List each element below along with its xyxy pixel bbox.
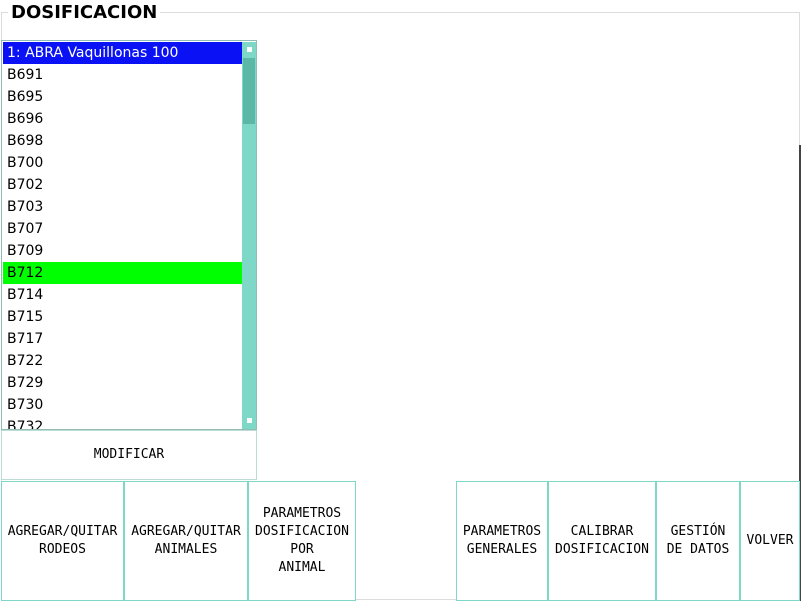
list-item[interactable]: B717: [3, 328, 242, 350]
scroll-down-arrow[interactable]: [243, 414, 255, 428]
listbox-items: 1: ABRA Vaquillonas 100 B691 B695 B696 B…: [3, 42, 242, 429]
list-item[interactable]: B691: [3, 64, 242, 86]
list-item[interactable]: B695: [3, 86, 242, 108]
list-item[interactable]: B715: [3, 306, 242, 328]
listbox-scrollbar[interactable]: [242, 42, 256, 429]
gestion-de-datos-button[interactable]: GESTIÓN DE DATOS: [656, 481, 740, 601]
list-item[interactable]: B712: [3, 262, 242, 284]
page-title: DOSIFICACION: [8, 2, 161, 24]
list-item[interactable]: B714: [3, 284, 242, 306]
list-item[interactable]: B698: [3, 130, 242, 152]
list-item[interactable]: B707: [3, 218, 242, 240]
volver-button[interactable]: VOLVER: [740, 481, 800, 601]
list-item[interactable]: B700: [3, 152, 242, 174]
scroll-up-icon: [247, 47, 252, 52]
agregar-quitar-animales-button[interactable]: AGREGAR/QUITAR ANIMALES: [124, 481, 248, 601]
list-item[interactable]: 1: ABRA Vaquillonas 100: [3, 42, 242, 64]
list-item[interactable]: B732: [3, 416, 242, 429]
modificar-button[interactable]: MODIFICAR: [1, 430, 257, 480]
list-item[interactable]: B702: [3, 174, 242, 196]
calibrar-dosificacion-button[interactable]: CALIBRAR DOSIFICACION: [548, 481, 656, 601]
agregar-quitar-rodeos-button[interactable]: AGREGAR/QUITAR RODEOS: [1, 481, 124, 601]
scroll-down-icon: [247, 418, 252, 423]
list-item[interactable]: B722: [3, 350, 242, 372]
parametros-generales-button[interactable]: PARAMETROS GENERALES: [456, 481, 548, 601]
list-item[interactable]: B709: [3, 240, 242, 262]
animal-listbox[interactable]: 1: ABRA Vaquillonas 100 B691 B695 B696 B…: [1, 40, 257, 430]
list-item[interactable]: B730: [3, 394, 242, 416]
parametros-dosificacion-por-animal-button[interactable]: PARAMETROS DOSIFICACION POR ANIMAL: [248, 481, 356, 601]
list-item[interactable]: B703: [3, 196, 242, 218]
list-item[interactable]: B729: [3, 372, 242, 394]
list-item[interactable]: B696: [3, 108, 242, 130]
scrollbar-thumb[interactable]: [243, 58, 255, 124]
scroll-up-arrow[interactable]: [243, 43, 255, 57]
